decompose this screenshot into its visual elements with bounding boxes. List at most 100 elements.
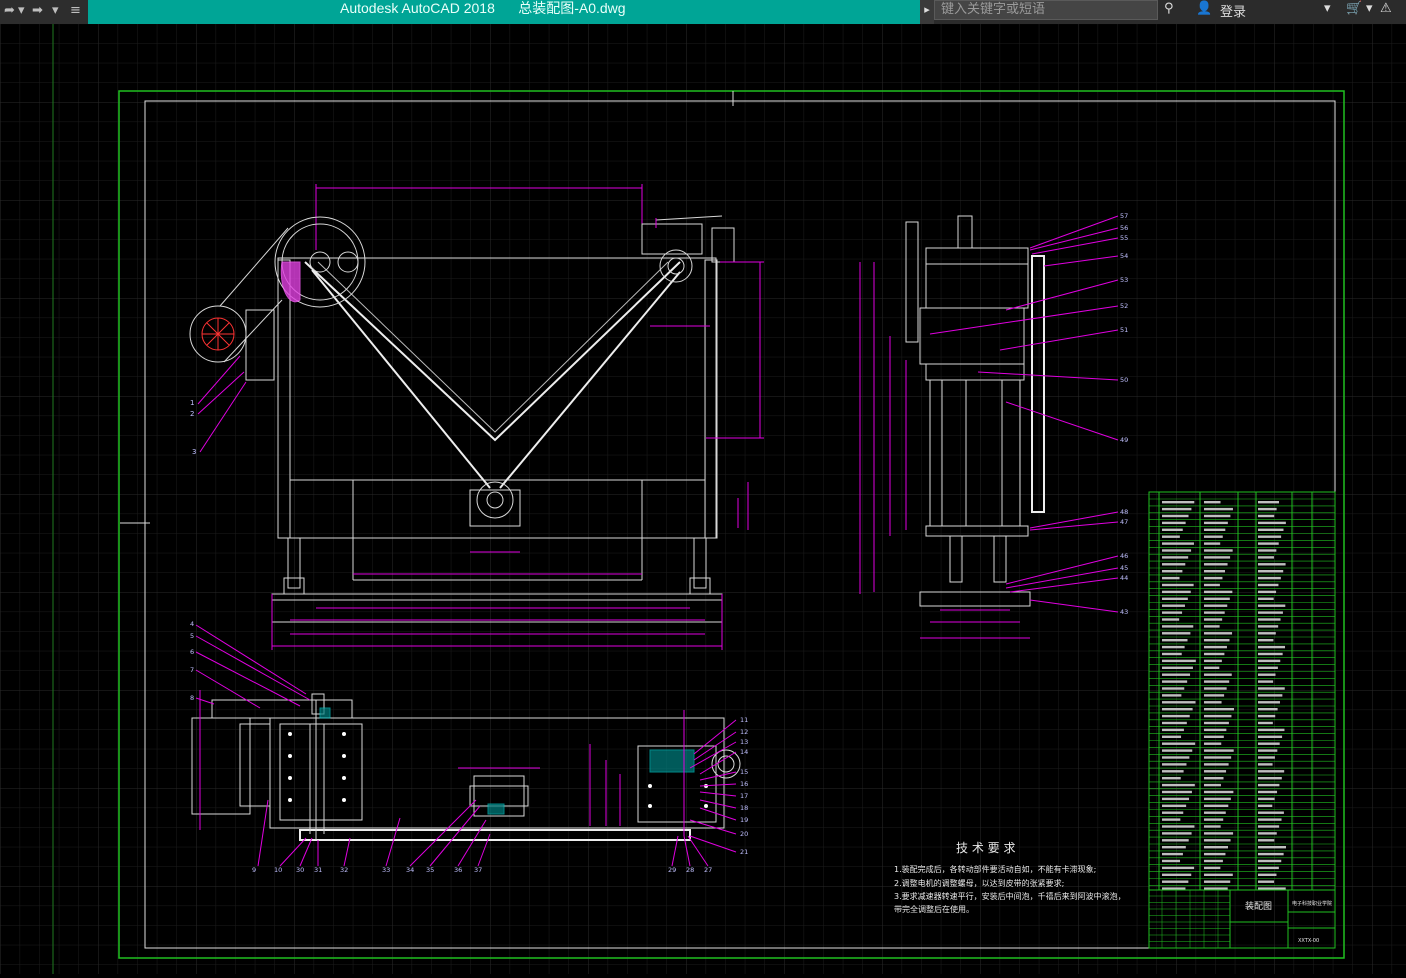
callout-7: 7	[190, 666, 194, 674]
callout-1: 1	[190, 399, 194, 407]
callout-29: 29	[668, 866, 676, 874]
redo-arrow-icon[interactable]: ➦	[4, 3, 15, 18]
bom-cell-text	[1204, 521, 1228, 525]
callout-19: 19	[740, 816, 748, 824]
bom-cell-text	[1204, 818, 1224, 821]
bom-cell-text	[1204, 542, 1221, 545]
bom-cell-text	[1204, 501, 1221, 504]
bom-cell-text	[1204, 639, 1230, 642]
cart-dropdown-icon[interactable]: ▾	[1366, 1, 1373, 16]
callout-50: 50	[1120, 376, 1128, 384]
bom-cell-text	[1204, 825, 1221, 828]
bom-cell-text	[1162, 535, 1180, 538]
bom-cell-text	[1258, 666, 1278, 669]
bom-cell-text	[1204, 673, 1232, 676]
bom-cell-text	[1204, 839, 1231, 842]
bom-cell-text	[1204, 880, 1231, 883]
bom-cell-text	[1162, 501, 1195, 504]
callout-5: 5	[190, 632, 194, 640]
title-expand-arrow[interactable]: ▸	[920, 0, 934, 24]
bom-cell-text	[1162, 735, 1182, 738]
bom-cell-text	[1162, 680, 1188, 683]
redo-forward-icon[interactable]: ➡	[32, 3, 43, 18]
callout-14: 14	[740, 748, 748, 756]
bom-cell-text	[1162, 590, 1191, 594]
bom-cell-text	[1162, 832, 1192, 835]
drawing-canvas[interactable]: 1 2 3 57 56 55 54 53 52 51 50 49 48 47 4…	[0, 24, 1406, 974]
bom-cell-text	[1162, 632, 1191, 635]
callout-37: 37	[474, 866, 482, 874]
bom-cell-text	[1162, 783, 1195, 787]
user-icon[interactable]: 👤	[1196, 1, 1212, 16]
org-name: 电子科技职业学院	[1292, 900, 1332, 907]
bom-cell-text	[1258, 535, 1282, 538]
bom-cell-text	[1162, 639, 1188, 642]
bom-cell-text	[1204, 535, 1223, 538]
bom-cell-text	[1204, 887, 1228, 890]
bom-cell-text	[1258, 866, 1279, 870]
bom-cell-text	[1258, 852, 1284, 856]
callout-44: 44	[1120, 574, 1128, 582]
undo-dropdown-icon[interactable]: ▾	[52, 3, 59, 18]
bom-cell-text	[1162, 576, 1180, 580]
binoculars-icon[interactable]: ⚲	[1164, 1, 1174, 16]
bom-cell-text	[1258, 563, 1286, 566]
bom-cell-text	[1162, 514, 1189, 518]
callout-34: 34	[406, 866, 414, 874]
bom-cell-text	[1258, 680, 1274, 683]
bom-cell-text	[1258, 887, 1286, 890]
bom-cell-text	[1204, 701, 1222, 704]
callout-45: 45	[1120, 564, 1128, 572]
bom-cell-text	[1162, 521, 1186, 525]
bom-cell-text	[1162, 887, 1186, 890]
callout-6: 6	[190, 648, 194, 656]
callout-17: 17	[740, 792, 748, 800]
bom-cell-text	[1258, 728, 1285, 732]
bom-cell-text	[1258, 846, 1286, 849]
bom-cell-text	[1258, 832, 1277, 835]
bom-cell-text	[1204, 866, 1221, 870]
tech-title: 技 术 要 求	[956, 841, 1015, 855]
customize-toolbar-icon[interactable]: ≡	[70, 3, 81, 18]
bom-cell-text	[1258, 521, 1286, 525]
bom-cell-text	[1162, 673, 1191, 676]
bom-cell-text	[1204, 570, 1225, 573]
bom-cell-text	[1162, 542, 1194, 545]
bom-cell-text	[1204, 735, 1224, 738]
bom-cell-text	[1258, 604, 1286, 607]
cart-icon[interactable]: 🛒	[1346, 1, 1362, 16]
bom-cell-text	[1162, 777, 1181, 780]
bom-cell-text	[1204, 507, 1233, 511]
callout-27: 27	[704, 866, 712, 874]
bom-cell-text	[1162, 852, 1183, 856]
bom-cell-text	[1162, 797, 1190, 801]
bom-cell-text	[1162, 687, 1185, 690]
bom-cell-text	[1162, 694, 1182, 697]
bom-cell-text	[1258, 756, 1275, 759]
bom-cell-text	[1162, 652, 1182, 656]
callout-4: 4	[190, 620, 194, 628]
exchange-icon[interactable]: ⚠	[1380, 1, 1392, 16]
search-input[interactable]: 键入关键字或短语	[934, 0, 1158, 20]
login-dropdown-icon[interactable]: ▾	[1324, 1, 1331, 16]
bom-cell-text	[1162, 811, 1184, 814]
bom-cell-text	[1258, 632, 1276, 635]
callout-57: 57	[1120, 212, 1128, 220]
bom-cell-text	[1204, 659, 1222, 663]
callout-43: 43	[1120, 608, 1128, 616]
bom-cell-text	[1204, 811, 1226, 814]
bom-cell-text	[1204, 714, 1232, 718]
bom-cell-text	[1162, 708, 1193, 711]
bom-cell-text	[1258, 694, 1283, 697]
drawing-name: 装配图	[1245, 900, 1272, 912]
bom-cell-text	[1258, 542, 1279, 545]
bom-cell-text	[1204, 708, 1234, 711]
bom-cell-text	[1258, 749, 1278, 752]
callout-33: 33	[382, 866, 390, 874]
login-button[interactable]: 登录	[1220, 1, 1246, 20]
cad-drawing[interactable]: 1 2 3 57 56 55 54 53 52 51 50 49 48 47 4…	[0, 24, 1406, 974]
redo-dropdown-icon[interactable]: ▾	[18, 3, 25, 18]
bom-cell-text	[1162, 625, 1194, 628]
bom-cell-text	[1204, 859, 1223, 863]
callout-55: 55	[1120, 234, 1128, 242]
